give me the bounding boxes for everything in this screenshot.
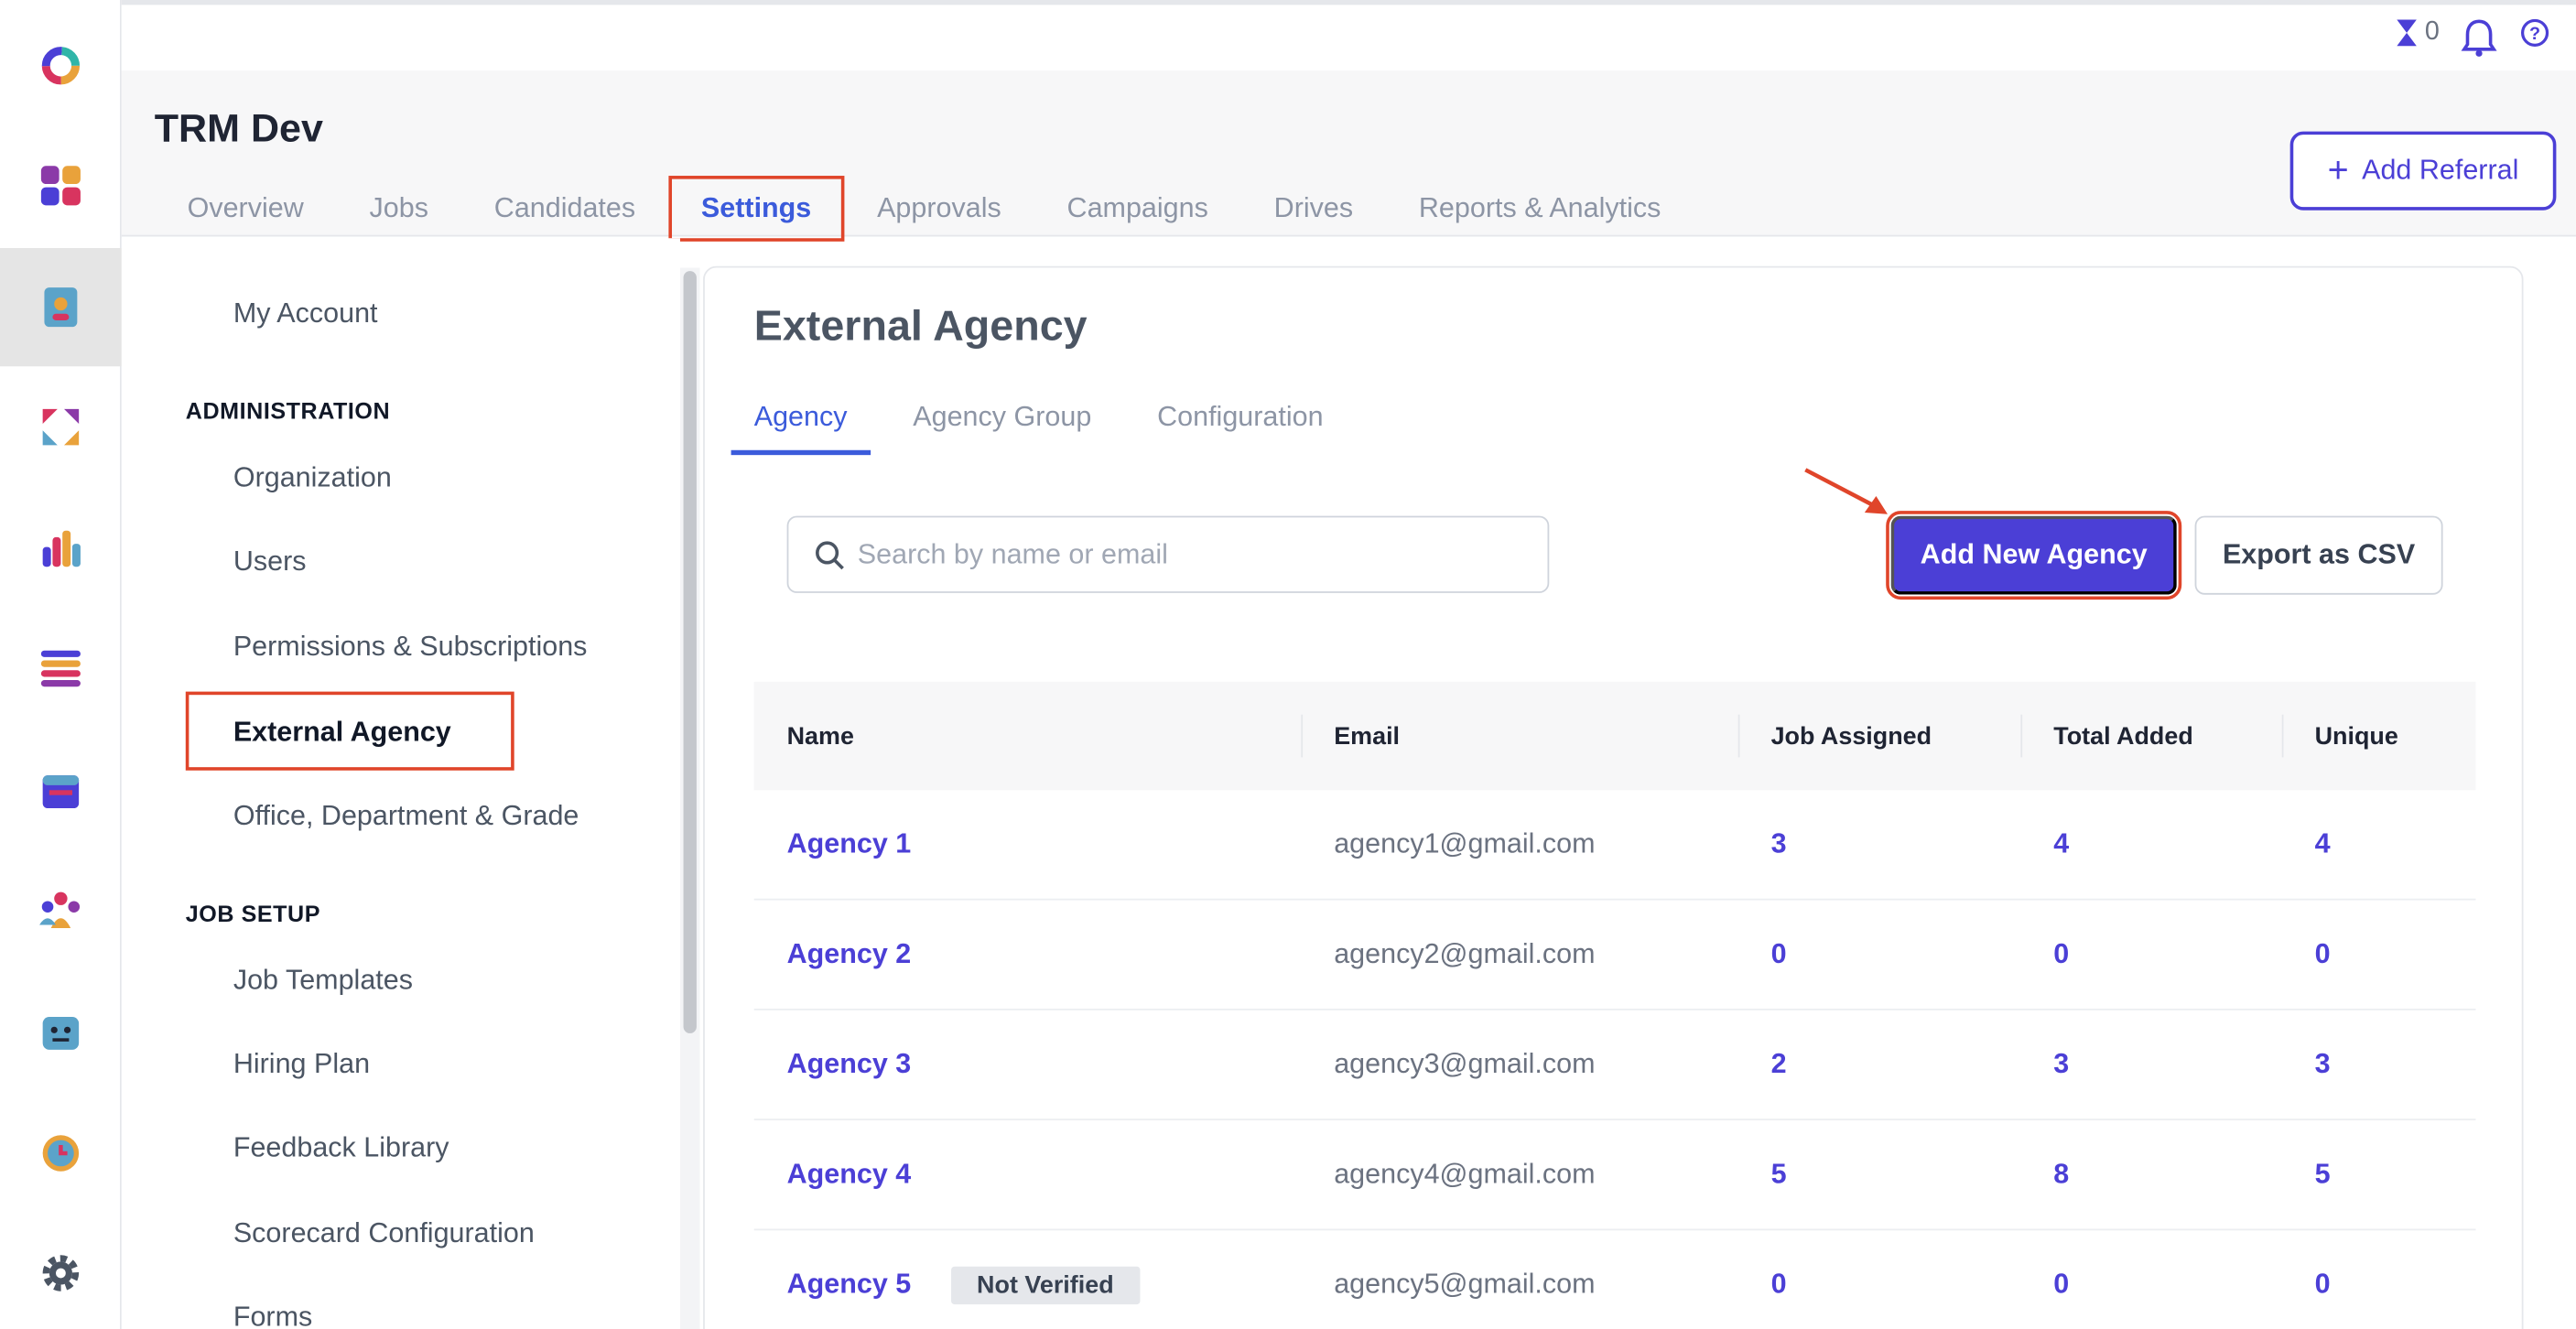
timer-indicator[interactable]: 0 — [2396, 18, 2440, 48]
help-icon[interactable]: ? — [2520, 18, 2549, 48]
add-new-agency-button[interactable]: Add New Agency — [1886, 511, 2182, 600]
referrals-icon[interactable] — [0, 248, 122, 367]
add-referral-button[interactable]: + Add Referral — [2289, 131, 2557, 211]
status-badge: Not Verified — [950, 1265, 1141, 1304]
table-row: Agency 5 Not Verified agency5@gmail.com … — [754, 1230, 2476, 1329]
column-header-email: Email — [1301, 682, 1737, 790]
tab-drives[interactable]: Drives — [1241, 176, 1386, 242]
sidebar-item-scorecard-configuration[interactable]: Scorecard Configuration — [233, 1217, 535, 1250]
bot-icon[interactable] — [0, 973, 122, 1091]
bar-chart-icon[interactable] — [0, 490, 122, 608]
total-added-count[interactable]: 4 — [2053, 828, 2069, 861]
icon-rail — [0, 0, 122, 1329]
sidebar-item-office-department-grade[interactable]: Office, Department & Grade — [233, 800, 579, 833]
column-header-unique: Unique — [2281, 682, 2476, 790]
people-icon[interactable] — [0, 851, 122, 969]
sidebar-scrollbar[interactable] — [679, 267, 700, 1329]
sidebar-heading-administration: ADMINISTRATION — [185, 397, 391, 425]
total-added-count[interactable]: 3 — [2053, 1048, 2069, 1081]
unique-count[interactable]: 3 — [2315, 1048, 2331, 1081]
total-added-count[interactable]: 8 — [2053, 1158, 2069, 1191]
table-row: Agency 3 agency3@gmail.com 2 3 3 — [753, 1010, 2476, 1121]
subtab-configuration[interactable]: Configuration — [1134, 386, 1347, 455]
app-title: TRM Dev — [154, 106, 323, 152]
agency-email: agency5@gmail.com — [1334, 1268, 1596, 1300]
alarm-clock-icon[interactable] — [0, 1093, 122, 1211]
utility-bar — [121, 5, 2576, 71]
total-added-count[interactable]: 0 — [2053, 938, 2069, 971]
table-row: Agency 1 agency1@gmail.com 3 4 4 — [753, 790, 2476, 901]
subtab-agency-group[interactable]: Agency Group — [890, 386, 1114, 455]
exchange-icon[interactable] — [0, 368, 122, 486]
agency-email: agency4@gmail.com — [1334, 1158, 1596, 1190]
agency-name-link[interactable]: Agency 2 — [787, 938, 912, 971]
tab-candidates[interactable]: Candidates — [461, 176, 668, 242]
export-csv-button[interactable]: Export as CSV — [2194, 515, 2443, 595]
hourglass-icon — [2397, 19, 2417, 47]
sidebar-item-organization[interactable]: Organization — [233, 461, 392, 494]
sidebar-item-hiring-plan[interactable]: Hiring Plan — [233, 1048, 370, 1081]
search-input[interactable] — [857, 537, 1515, 571]
agency-name-link[interactable]: Agency 1 — [787, 828, 912, 861]
settings-gear-icon[interactable] — [0, 1214, 122, 1329]
table-row: Agency 4 agency4@gmail.com 5 8 5 — [753, 1120, 2476, 1231]
job-assigned-count[interactable]: 5 — [1771, 1158, 1787, 1191]
dashboard-icon[interactable] — [0, 126, 122, 244]
notifications-bell-icon[interactable] — [2461, 18, 2497, 58]
main-panel: External Agency Agency Agency Group Conf… — [703, 265, 2524, 1329]
agency-email: agency1@gmail.com — [1334, 827, 1596, 859]
sidebar-item-feedback-library[interactable]: Feedback Library — [233, 1132, 449, 1165]
agency-name-link[interactable]: Agency 5 — [787, 1269, 912, 1302]
svg-text:?: ? — [2529, 24, 2540, 44]
search-icon — [816, 540, 844, 569]
tab-campaigns[interactable]: Campaigns — [1034, 176, 1241, 242]
plus-icon: + — [2327, 149, 2349, 191]
tab-approvals[interactable]: Approvals — [844, 176, 1034, 242]
settings-sidebar: My Account ADMINISTRATION Organization U… — [121, 238, 680, 1329]
unique-count[interactable]: 0 — [2315, 1269, 2331, 1302]
main-tabs: Overview Jobs Candidates Settings Approv… — [155, 176, 1694, 242]
sidebar-heading-job-setup: JOB SETUP — [185, 900, 321, 927]
agency-name-link[interactable]: Agency 4 — [787, 1158, 912, 1191]
tab-overview[interactable]: Overview — [155, 176, 337, 242]
list-icon[interactable] — [0, 610, 122, 728]
agency-table: Name Email Job Assigned Total Added Uniq… — [753, 681, 2476, 1329]
column-header-total-added: Total Added — [2020, 682, 2281, 790]
agency-email: agency3@gmail.com — [1334, 1048, 1596, 1080]
sidebar-item-permissions-subscriptions[interactable]: Permissions & Subscriptions — [233, 631, 588, 664]
sidebar-item-forms[interactable]: Forms — [233, 1301, 312, 1329]
subtab-agency[interactable]: Agency — [731, 386, 871, 456]
job-assigned-count[interactable]: 0 — [1771, 1269, 1787, 1302]
add-referral-label: Add Referral — [2362, 154, 2519, 186]
job-assigned-count[interactable]: 0 — [1771, 938, 1787, 971]
sidebar-item-my-account[interactable]: My Account — [233, 297, 378, 330]
page-title: External Agency — [753, 300, 1088, 351]
calendar-icon[interactable] — [0, 731, 122, 849]
job-assigned-count[interactable]: 2 — [1771, 1048, 1787, 1081]
column-header-job-assigned: Job Assigned — [1737, 682, 2021, 790]
top-header: 0 ? TRM Dev Overview Jobs Candidates Set… — [121, 0, 2576, 242]
tab-reports-analytics[interactable]: Reports & Analytics — [1386, 176, 1694, 242]
job-assigned-count[interactable]: 3 — [1771, 828, 1787, 861]
agency-email: agency2@gmail.com — [1334, 937, 1596, 969]
sub-tabs: Agency Agency Group Configuration — [731, 386, 1367, 456]
total-added-count[interactable]: 0 — [2053, 1269, 2069, 1302]
unique-count[interactable]: 0 — [2315, 938, 2331, 971]
agency-name-link[interactable]: Agency 3 — [787, 1048, 912, 1081]
timer-count: 0 — [2424, 17, 2440, 47]
unique-count[interactable]: 5 — [2315, 1158, 2331, 1191]
sidebar-scrollbar-thumb[interactable] — [683, 271, 697, 1033]
annotation-arrow-icon — [1804, 468, 1888, 514]
sidebar-item-external-agency[interactable]: External Agency — [233, 717, 451, 750]
tab-settings[interactable]: Settings — [668, 176, 845, 242]
table-header: Name Email Job Assigned Total Added Uniq… — [753, 681, 2476, 791]
sidebar-item-job-templates[interactable]: Job Templates — [233, 965, 413, 998]
column-header-name: Name — [786, 721, 854, 751]
table-row: Agency 2 agency2@gmail.com 0 0 0 — [753, 901, 2476, 1010]
unique-count[interactable]: 4 — [2315, 828, 2331, 861]
sidebar-item-users[interactable]: Users — [233, 546, 307, 578]
tab-jobs[interactable]: Jobs — [337, 176, 461, 242]
search-box — [786, 515, 1550, 593]
app-logo-icon[interactable] — [0, 6, 122, 124]
